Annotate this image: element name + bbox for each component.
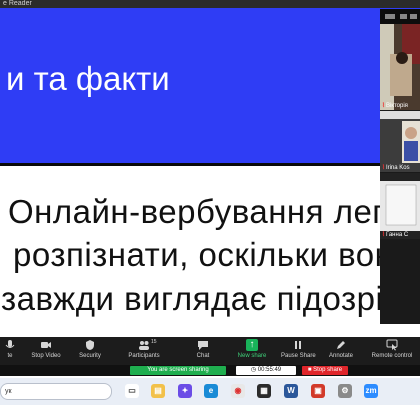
screen: e Reader и та факти Онлайн-вербування ле…: [0, 0, 420, 405]
files-icon[interactable]: ▣: [311, 384, 325, 398]
slide-body: Онлайн-вербування легк розпізнати, оскіл…: [0, 181, 420, 317]
chat-button[interactable]: Chat: [196, 339, 210, 359]
muted-mic-icon: ⌇: [382, 232, 385, 238]
settings-icon[interactable]: ⚙: [338, 384, 352, 398]
taskbar-search-text: ук: [5, 388, 12, 395]
video-feed-icon: [380, 111, 420, 172]
muted-mic-icon: ⌇: [382, 103, 385, 109]
chrome-icon[interactable]: ◉: [231, 384, 245, 398]
pause-share-button[interactable]: Pause Share: [281, 339, 316, 359]
video-icon: [40, 339, 52, 351]
zoom-icon[interactable]: zm: [364, 384, 378, 398]
annotate-icon: [335, 339, 347, 351]
participants-icon: [138, 339, 150, 351]
share-icon: ↑: [246, 339, 258, 351]
participants-button[interactable]: 15 Participants: [127, 339, 161, 359]
taskbar: ук ▭ ▤ ✦ e ◉ ▦ W ▣ ⚙ zm: [0, 378, 420, 405]
taskbar-search[interactable]: ук: [0, 383, 112, 400]
store-icon[interactable]: ▦: [257, 384, 271, 398]
mute-button[interactable]: te: [2, 339, 18, 359]
panel-controls-icon: [385, 14, 417, 19]
shield-icon: [84, 339, 96, 351]
stop-icon: ■: [307, 367, 312, 373]
share-timer: ◷ 00:55:49: [236, 366, 296, 375]
window-title-bar: e Reader: [0, 0, 420, 8]
video-feed-icon: [380, 24, 420, 110]
stop-share-button[interactable]: ■ Stop share: [302, 366, 348, 375]
slide-line-1: Онлайн-вербування легк: [8, 193, 400, 230]
sharing-status-bar: You are screen sharing ◷ 00:55:49 ■ Stop…: [0, 365, 420, 376]
security-button[interactable]: Security: [78, 339, 102, 359]
panel-header: [380, 9, 420, 24]
new-share-button[interactable]: ↑ New share: [237, 339, 267, 359]
video-tile-2[interactable]: ⌇Irina Kos: [380, 111, 420, 172]
stop-video-button[interactable]: Stop Video: [30, 339, 62, 359]
video-feed-icon: [380, 173, 420, 239]
participants-count: 15: [151, 339, 157, 345]
edge-icon[interactable]: e: [204, 384, 218, 398]
window-title: e Reader: [3, 0, 32, 7]
annotate-button[interactable]: Annotate: [327, 339, 355, 359]
copilot-icon[interactable]: ✦: [178, 384, 192, 398]
muted-mic-icon: ⌇: [382, 165, 385, 171]
file-explorer-icon[interactable]: ▤: [151, 384, 165, 398]
tile-name-3: ⌇Ганна С: [382, 232, 409, 238]
mic-icon: [4, 339, 16, 351]
slide-header: и та факти: [0, 8, 420, 166]
meeting-toolbar: te Stop Video Security 15 Participants C…: [0, 337, 420, 365]
video-tile-1[interactable]: ⌇Вікторія: [380, 24, 420, 110]
remote-control-icon: [386, 339, 398, 351]
participants-video-panel[interactable]: ⌇Вікторія ⌇Irina Kos ⌇Ганна С: [380, 9, 420, 324]
slide-title: и та факти: [6, 60, 170, 97]
clock-icon: ◷: [250, 367, 257, 373]
chat-icon: [197, 339, 209, 351]
slide-line-3: завжди виглядає підозріло.: [1, 280, 420, 317]
remote-control-button[interactable]: Remote control: [369, 339, 415, 359]
video-tile-3[interactable]: ⌇Ганна С: [380, 173, 420, 239]
word-icon[interactable]: W: [284, 384, 298, 398]
slide-line-2: розпізнати, оскільки воно: [13, 236, 413, 273]
taskbar-task-view-icon[interactable]: ▭: [125, 384, 139, 398]
sharing-status: You are screen sharing: [130, 366, 226, 375]
pause-icon: [292, 339, 304, 351]
tile-name-2: ⌇Irina Kos: [382, 165, 410, 171]
tile-name-1: ⌇Вікторія: [382, 103, 408, 109]
